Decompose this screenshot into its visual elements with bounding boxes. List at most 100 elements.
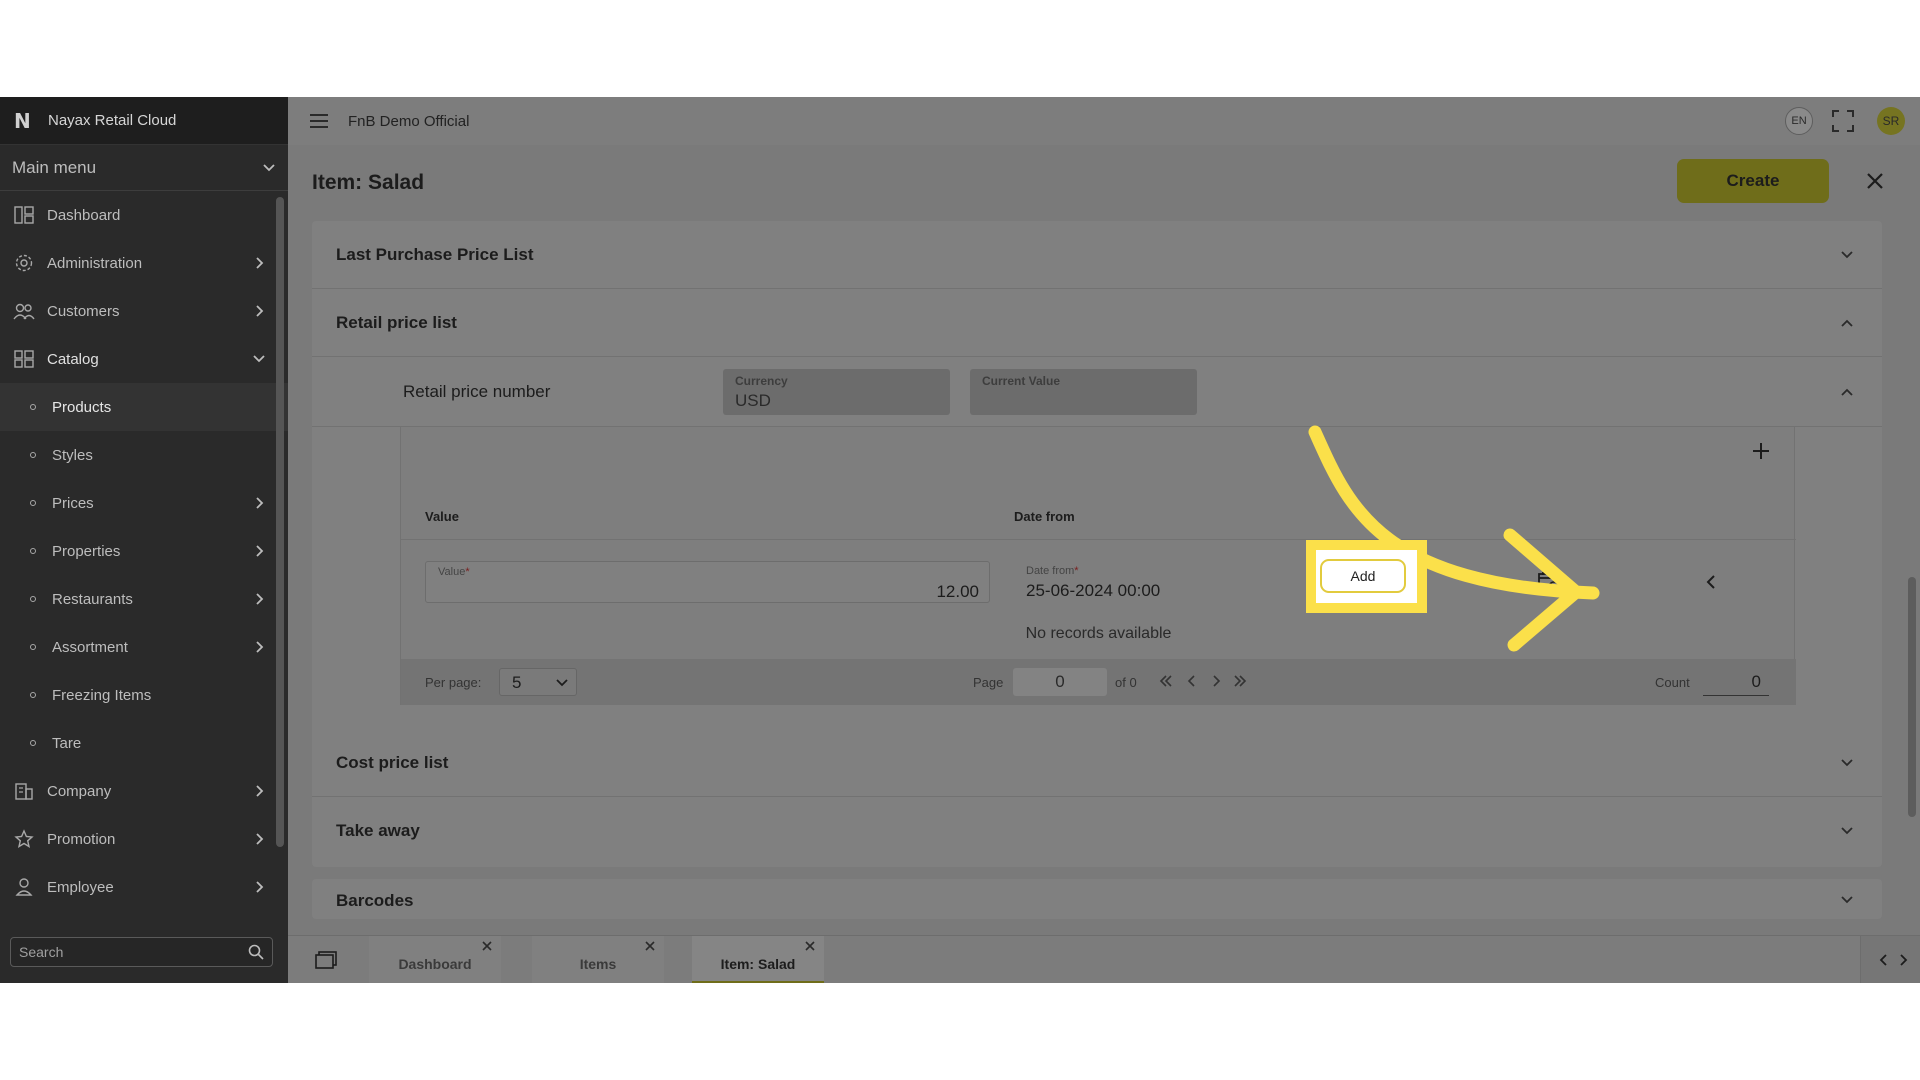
retail-price-number-row[interactable]: Retail price number Currency USD Current… bbox=[312, 357, 1882, 427]
sidebar-item-administration[interactable]: Administration bbox=[0, 239, 288, 287]
nayax-logo-icon: N bbox=[14, 108, 31, 133]
sidebar-item-products[interactable]: Products bbox=[0, 383, 288, 431]
sidebar: N Nayax Retail Cloud Main menu Dashboard… bbox=[0, 97, 288, 983]
date-from-input[interactable]: Date from* 25-06-2024 00:00 bbox=[1014, 561, 1534, 603]
bullet-icon bbox=[30, 692, 36, 698]
sidebar-item-assortment[interactable]: Assortment bbox=[0, 623, 288, 671]
chevron-up-icon[interactable] bbox=[1840, 385, 1854, 399]
windows-icon[interactable] bbox=[314, 950, 338, 970]
sidebar-item-restaurants[interactable]: Restaurants bbox=[0, 575, 288, 623]
close-icon[interactable] bbox=[1865, 171, 1885, 191]
sidebar-item-label: Customers bbox=[47, 302, 120, 320]
tab-bar: Dashboard Items Item: Salad bbox=[288, 935, 1920, 983]
chevron-down-icon bbox=[1841, 827, 1853, 835]
required-mark: * bbox=[465, 566, 470, 578]
chevron-left-icon[interactable] bbox=[1878, 954, 1890, 966]
bullet-icon bbox=[30, 404, 36, 410]
table-pager: Per page: 5 Page 0 of 0 Count 0 bbox=[401, 659, 1796, 705]
header-divider bbox=[401, 539, 1796, 540]
chevron-right-icon bbox=[256, 305, 264, 317]
section-barcodes[interactable]: Barcodes bbox=[312, 879, 1882, 919]
chevron-down-icon bbox=[1841, 251, 1853, 259]
sidebar-item-dashboard[interactable]: Dashboard bbox=[0, 191, 288, 239]
main-content: Item: Salad Create Last Purchase Price L… bbox=[288, 145, 1920, 935]
bullet-icon bbox=[30, 500, 36, 506]
search-icon[interactable] bbox=[248, 944, 264, 960]
column-header-date-from[interactable]: Date from bbox=[1014, 509, 1075, 524]
add-button[interactable]: Add bbox=[1320, 559, 1406, 593]
column-header-value[interactable]: Value bbox=[425, 509, 459, 524]
sidebar-item-prices[interactable]: Prices bbox=[0, 479, 288, 527]
per-page-value: 5 bbox=[512, 673, 522, 692]
create-button[interactable]: Create bbox=[1677, 159, 1829, 203]
sidebar-scrollbar[interactable] bbox=[276, 197, 284, 847]
sidebar-item-tare[interactable]: Tare bbox=[0, 719, 288, 767]
tab-label: Dashboard bbox=[398, 956, 472, 972]
required-mark: * bbox=[1074, 565, 1079, 577]
sidebar-item-customers[interactable]: Customers bbox=[0, 287, 288, 335]
chevron-down-icon bbox=[1841, 896, 1853, 904]
chevron-right-icon bbox=[256, 785, 264, 797]
section-retail-price-list[interactable]: Retail price list bbox=[312, 289, 1882, 357]
section-cost-price-list[interactable]: Cost price list bbox=[312, 729, 1882, 797]
chevron-right-icon[interactable] bbox=[1897, 954, 1909, 966]
sidebar-item-label: Promotion bbox=[47, 830, 116, 848]
chevron-down-icon bbox=[556, 679, 568, 687]
chevron-right-icon bbox=[256, 833, 264, 845]
sidebar-item-catalog[interactable]: Catalog bbox=[0, 335, 288, 383]
bullet-icon bbox=[30, 596, 36, 602]
sidebar-item-promotion[interactable]: Promotion bbox=[0, 815, 288, 863]
no-records-message: No records available bbox=[1025, 625, 1172, 642]
sidebar-search-input[interactable] bbox=[19, 944, 248, 960]
language-button[interactable]: EN bbox=[1785, 107, 1813, 135]
sidebar-item-label: Assortment bbox=[52, 638, 128, 656]
employee-icon bbox=[13, 876, 35, 898]
per-page-select[interactable]: 5 bbox=[499, 668, 577, 696]
prev-page-icon[interactable] bbox=[1185, 674, 1199, 688]
main-menu-label: Main menu bbox=[12, 157, 97, 177]
chevron-right-icon bbox=[256, 881, 264, 893]
section-last-purchase-price-list[interactable]: Last Purchase Price List bbox=[312, 221, 1882, 289]
count-label: Count bbox=[1655, 675, 1690, 690]
fullscreen-icon[interactable] bbox=[1831, 109, 1855, 133]
currency-value: USD bbox=[735, 391, 771, 410]
sidebar-item-properties[interactable]: Properties bbox=[0, 527, 288, 575]
section-take-away[interactable]: Take away bbox=[312, 797, 1882, 865]
main-menu-toggle[interactable]: Main menu bbox=[0, 145, 288, 191]
bullet-icon bbox=[30, 452, 36, 458]
value-input[interactable]: Value* 12.00 bbox=[425, 561, 990, 603]
tab-items[interactable]: Items bbox=[532, 936, 664, 983]
app-name: Nayax Retail Cloud bbox=[48, 112, 177, 129]
close-icon[interactable] bbox=[804, 940, 816, 952]
plus-icon[interactable] bbox=[1751, 441, 1771, 461]
sidebar-item-label: Restaurants bbox=[52, 590, 133, 608]
page-number-input[interactable]: 0 bbox=[1013, 668, 1107, 696]
current-value-field: Current Value bbox=[970, 369, 1197, 415]
customers-icon bbox=[13, 300, 35, 322]
sidebar-item-employee[interactable]: Employee bbox=[0, 863, 288, 911]
avatar[interactable]: SR bbox=[1877, 107, 1905, 135]
close-icon[interactable] bbox=[481, 940, 493, 952]
sidebar-item-label: Company bbox=[47, 782, 112, 800]
top-bar: FnB Demo Official EN SR bbox=[288, 97, 1920, 145]
sidebar-item-label: Freezing Items bbox=[52, 686, 152, 704]
bullet-icon bbox=[30, 644, 36, 650]
top-right-controls: EN SR bbox=[1785, 97, 1920, 145]
sidebar-item-freezing-items[interactable]: Freezing Items bbox=[0, 671, 288, 719]
first-page-icon[interactable] bbox=[1159, 674, 1173, 688]
sidebar-item-styles[interactable]: Styles bbox=[0, 431, 288, 479]
main-scrollbar[interactable] bbox=[1908, 577, 1916, 817]
app-screen: N Nayax Retail Cloud Main menu Dashboard… bbox=[0, 97, 1920, 983]
close-icon[interactable] bbox=[644, 940, 656, 952]
chevron-right-icon bbox=[256, 497, 264, 509]
chevron-left-icon[interactable] bbox=[1704, 574, 1718, 590]
tenant-name: FnB Demo Official bbox=[348, 112, 470, 130]
tab-item-salad[interactable]: Item: Salad bbox=[692, 936, 824, 983]
value-input-value: 12.00 bbox=[936, 582, 979, 601]
last-page-icon[interactable] bbox=[1233, 674, 1247, 688]
calendar-clock-icon[interactable] bbox=[1537, 570, 1561, 594]
tab-dashboard[interactable]: Dashboard bbox=[369, 936, 501, 983]
next-page-icon[interactable] bbox=[1209, 674, 1223, 688]
hamburger-menu-icon[interactable] bbox=[310, 114, 328, 128]
sidebar-item-company[interactable]: Company bbox=[0, 767, 288, 815]
